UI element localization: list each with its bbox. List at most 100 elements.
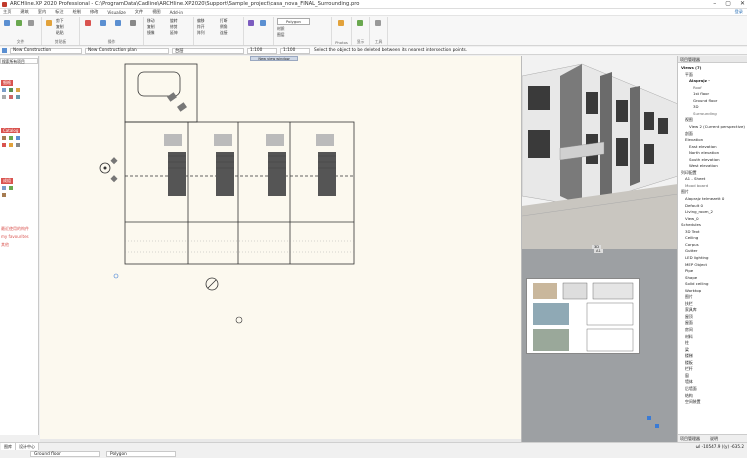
kitchen-icon[interactable]	[9, 143, 13, 147]
mode-field[interactable]: Polygon	[106, 451, 176, 457]
slab-icon[interactable]	[16, 95, 20, 99]
view-combo[interactable]: New Construction plan	[85, 47, 169, 54]
menu-item-architecture[interactable]: 建筑	[20, 9, 28, 15]
tab-description[interactable]: 说明	[710, 436, 718, 441]
tree-item[interactable]: 墙体	[685, 379, 693, 385]
tree-item[interactable]: Surrounding	[693, 111, 717, 116]
tree-item[interactable]: Views (7)	[681, 65, 701, 70]
tree-item[interactable]: 视图	[685, 117, 693, 123]
tree-item[interactable]: Alaprajz telmezett 0	[685, 196, 724, 201]
furniture-icon[interactable]	[2, 136, 6, 140]
category-header[interactable]: 细格	[1, 80, 13, 86]
window-icon[interactable]	[9, 88, 13, 92]
photos-icon[interactable]	[338, 20, 344, 26]
tree-item[interactable]: Alaprajz -	[689, 78, 710, 83]
scale-combo-1[interactable]: 1:100	[247, 47, 277, 54]
sheet-nav-icon[interactable]	[655, 424, 659, 428]
group-item-icon[interactable]	[2, 186, 6, 190]
tree-item[interactable]: West elevation	[689, 163, 718, 168]
tree-item[interactable]: Corpus	[685, 242, 699, 247]
menu-item-addin[interactable]: Add-in	[170, 10, 183, 15]
tools-icon[interactable]	[375, 20, 381, 26]
tree-item[interactable]: 空间装置	[685, 399, 701, 405]
group-item-icon[interactable]	[2, 193, 6, 197]
tree-item[interactable]: 图片	[681, 189, 689, 195]
tree-item[interactable]: 窗	[685, 373, 689, 379]
tree-item[interactable]: Default 0	[685, 203, 703, 208]
tree-item[interactable]: 平面	[685, 72, 693, 78]
tree-item[interactable]: Schedules	[681, 222, 701, 227]
wall-icon[interactable]	[2, 95, 6, 99]
door-icon[interactable]	[2, 88, 6, 92]
minimize-icon[interactable]: –	[713, 0, 716, 7]
floor-plan-canvas[interactable]: New view window	[40, 56, 521, 442]
login-link[interactable]: 登录	[735, 9, 747, 15]
tab-project-manager[interactable]: 项目管理器	[680, 436, 700, 441]
tree-item[interactable]: 房间	[685, 327, 693, 333]
close-icon[interactable]: ✕	[740, 0, 745, 7]
tree-item[interactable]: Roof	[693, 85, 702, 90]
save-icon[interactable]	[16, 20, 22, 26]
select-icon[interactable]	[130, 20, 136, 26]
tree-item[interactable]: Ground floor	[693, 98, 717, 103]
tree-item[interactable]: 家具库	[685, 307, 697, 313]
tree-item[interactable]: Solid ceiling	[685, 281, 708, 286]
tree-item[interactable]: 材料	[685, 334, 693, 340]
menu-item-interior[interactable]: 室内	[38, 9, 46, 15]
tree-item[interactable]: View 2 (Current perspective)	[689, 124, 745, 129]
tree-item[interactable]: 结构	[685, 393, 693, 399]
group-header[interactable]: 成组	[1, 178, 13, 184]
tree-item[interactable]: Elevation	[685, 137, 703, 142]
tree-item[interactable]: 扶栏	[685, 301, 693, 307]
menu-item-dimension[interactable]: 标注	[55, 9, 63, 15]
measure-icon[interactable]	[248, 20, 254, 26]
library-search-input[interactable]: 搜索所有项目	[0, 58, 38, 64]
menu-item-visualize[interactable]: Visualize	[107, 10, 125, 15]
grid-icon[interactable]	[260, 20, 266, 26]
print-icon[interactable]	[28, 20, 34, 26]
sheet-tab-label[interactable]: A1	[594, 249, 603, 253]
level-combo[interactable]: 台层	[172, 47, 244, 54]
lamp-icon[interactable]	[16, 136, 20, 140]
tree-item[interactable]: 屋顶	[685, 314, 693, 320]
open-icon[interactable]	[4, 20, 10, 26]
other-link[interactable]: 其他	[1, 242, 9, 248]
tree-item[interactable]: 图片	[685, 294, 693, 300]
tree-item[interactable]: Worktop	[685, 288, 701, 293]
tree-item[interactable]: Shape	[685, 275, 697, 280]
layout-sheet-panel[interactable]: A1	[521, 249, 677, 442]
plant-icon[interactable]	[9, 136, 13, 140]
tree-item[interactable]: 屋面	[685, 320, 693, 326]
scale-combo-2[interactable]: 1:100	[280, 47, 310, 54]
roof-icon[interactable]	[9, 95, 13, 99]
tree-item[interactable]: View_0	[685, 216, 699, 221]
recent-components-link[interactable]: 最近使用的构件	[1, 226, 29, 232]
tree-item[interactable]: LED lighting	[685, 255, 709, 260]
tree-item[interactable]: 楼梯	[685, 353, 693, 359]
menu-item-home[interactable]: 主页	[3, 9, 11, 15]
tree-item[interactable]: South elevation	[689, 157, 720, 162]
tree-item[interactable]: Gutter	[685, 248, 698, 253]
tree-item[interactable]: 列印配置	[681, 170, 697, 176]
tab-design-center[interactable]: 设计中心	[16, 443, 39, 450]
tree-item[interactable]: East elevation	[689, 144, 717, 149]
display-icon[interactable]	[357, 20, 363, 26]
tree-item[interactable]: A1 - Sheet	[685, 176, 705, 181]
tree-item[interactable]: 后墙面	[685, 386, 697, 392]
level-field[interactable]: Ground floor	[30, 451, 100, 457]
favourites-link[interactable]: my favourites	[1, 234, 29, 239]
tree-item[interactable]: Ceiling	[685, 235, 698, 240]
maximize-icon[interactable]: ▢	[725, 0, 731, 7]
catalog-header[interactable]: Catalog	[1, 128, 21, 133]
sheet-nav-icon[interactable]	[647, 416, 651, 420]
tree-item[interactable]: 3D Text	[685, 229, 700, 234]
tab-library[interactable]: 图库	[1, 443, 16, 450]
tree-item[interactable]: MEP Object	[685, 262, 707, 267]
menu-item-draw[interactable]: 绘制	[73, 9, 81, 15]
layer-combo[interactable]: New Construction	[10, 47, 82, 54]
appliance-icon[interactable]	[2, 143, 6, 147]
menu-item-file[interactable]: 文件	[135, 9, 143, 15]
paste-icon[interactable]	[46, 20, 52, 26]
menu-item-modify[interactable]: 修改	[90, 9, 98, 15]
tree-item[interactable]: 柱	[685, 340, 689, 346]
